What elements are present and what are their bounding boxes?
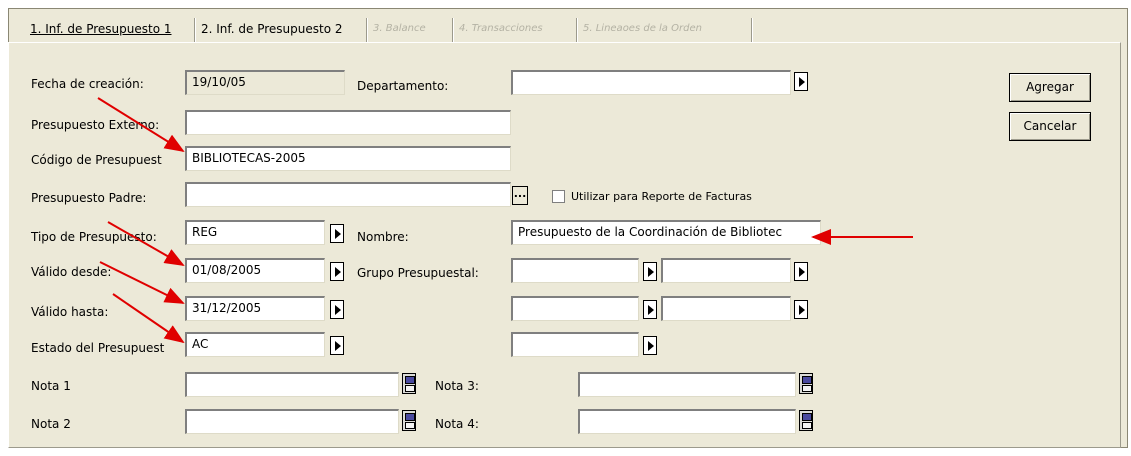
presupuesto-externo-label: Presupuesto Externo: bbox=[31, 118, 160, 132]
nombre-field[interactable]: Presupuesto de la Coordinación de Biblio… bbox=[511, 220, 821, 245]
grupo-presupuestal-field-5[interactable] bbox=[511, 332, 639, 357]
tab-inf-presupuesto-2[interactable]: 2. Inf. de Presupuesto 2 bbox=[198, 18, 346, 40]
grupo-presupuestal-field-3[interactable] bbox=[511, 296, 639, 321]
fecha-creacion-label: Fecha de creación: bbox=[31, 77, 144, 91]
tab-balance: 3. Balance bbox=[373, 23, 426, 34]
presupuesto-externo-field[interactable] bbox=[185, 110, 511, 135]
nota-2-field[interactable] bbox=[185, 409, 399, 434]
valido-desde-label: Válido desde: bbox=[31, 265, 112, 279]
valido-hasta-label: Válido hasta: bbox=[31, 305, 109, 319]
cancelar-button[interactable]: Cancelar bbox=[1009, 112, 1091, 141]
note-icon[interactable] bbox=[799, 373, 813, 394]
presupuesto-padre-label: Presupuesto Padre: bbox=[31, 191, 147, 205]
departamento-field[interactable] bbox=[511, 70, 791, 95]
tab-inf-presupuesto-1[interactable]: 1. Inf. de Presupuesto 1 bbox=[27, 18, 175, 40]
codigo-presupuesto-label: Código de Presupuest bbox=[31, 153, 162, 167]
tab-lineas-orden: 5. Lineaoes de la Orden bbox=[583, 23, 702, 34]
reporte-facturas-label: Utilizar para Reporte de Facturas bbox=[571, 190, 752, 203]
valido-hasta-dropdown-icon[interactable] bbox=[330, 300, 344, 319]
tipo-dropdown-icon[interactable] bbox=[330, 224, 344, 243]
codigo-presupuesto-field[interactable]: BIBLIOTECAS-2005 bbox=[185, 146, 511, 171]
estado-presupuesto-label: Estado del Presupuest bbox=[31, 341, 165, 355]
tab-separator bbox=[576, 18, 578, 42]
grupo-presupuestal-label: Grupo Presupuestal: bbox=[357, 266, 479, 280]
valido-hasta-field[interactable]: 31/12/2005 bbox=[185, 296, 325, 321]
tab-transacciones: 4. Transacciones bbox=[459, 23, 543, 34]
tab-separator bbox=[751, 18, 753, 42]
note-icon[interactable] bbox=[402, 373, 416, 394]
reporte-facturas-checkbox[interactable] bbox=[552, 190, 565, 203]
note-icon[interactable] bbox=[402, 410, 416, 431]
grupo-dropdown-icon[interactable] bbox=[643, 336, 657, 355]
tab-separator bbox=[366, 18, 368, 42]
ellipsis-icon[interactable]: ... bbox=[512, 186, 528, 205]
estado-presupuesto-field[interactable]: AC bbox=[185, 332, 325, 357]
valido-desde-dropdown-icon[interactable] bbox=[330, 262, 344, 281]
estado-dropdown-icon[interactable] bbox=[330, 336, 344, 355]
nota-1-field[interactable] bbox=[185, 372, 399, 397]
nota-3-label: Nota 3: bbox=[435, 379, 479, 393]
nota-3-field[interactable] bbox=[578, 372, 796, 397]
agregar-button[interactable]: Agregar bbox=[1009, 73, 1091, 102]
nota-2-label: Nota 2 bbox=[31, 417, 71, 431]
grupo-dropdown-icon[interactable] bbox=[643, 262, 657, 281]
grupo-presupuestal-field-2[interactable] bbox=[661, 258, 791, 283]
fecha-creacion-field: 19/10/05 bbox=[185, 70, 345, 95]
tipo-presupuesto-label: Tipo de Presupuesto: bbox=[31, 230, 157, 244]
tab-separator bbox=[194, 18, 196, 42]
nota-1-label: Nota 1 bbox=[31, 379, 71, 393]
tipo-presupuesto-field[interactable]: REG bbox=[185, 220, 325, 245]
valido-desde-field[interactable]: 01/08/2005 bbox=[185, 258, 325, 283]
nombre-label: Nombre: bbox=[357, 230, 409, 244]
nota-4-field[interactable] bbox=[578, 409, 796, 434]
grupo-presupuestal-field-4[interactable] bbox=[661, 296, 791, 321]
grupo-dropdown-icon[interactable] bbox=[794, 300, 808, 319]
tab-separator bbox=[452, 18, 454, 42]
nota-4-label: Nota 4: bbox=[435, 417, 479, 431]
departamento-label: Departamento: bbox=[357, 79, 449, 93]
grupo-dropdown-icon[interactable] bbox=[643, 300, 657, 319]
presupuesto-padre-field[interactable] bbox=[185, 182, 511, 207]
departamento-dropdown-icon[interactable] bbox=[794, 72, 808, 91]
grupo-dropdown-icon[interactable] bbox=[794, 262, 808, 281]
grupo-presupuestal-field[interactable] bbox=[511, 258, 639, 283]
note-icon[interactable] bbox=[799, 410, 813, 431]
